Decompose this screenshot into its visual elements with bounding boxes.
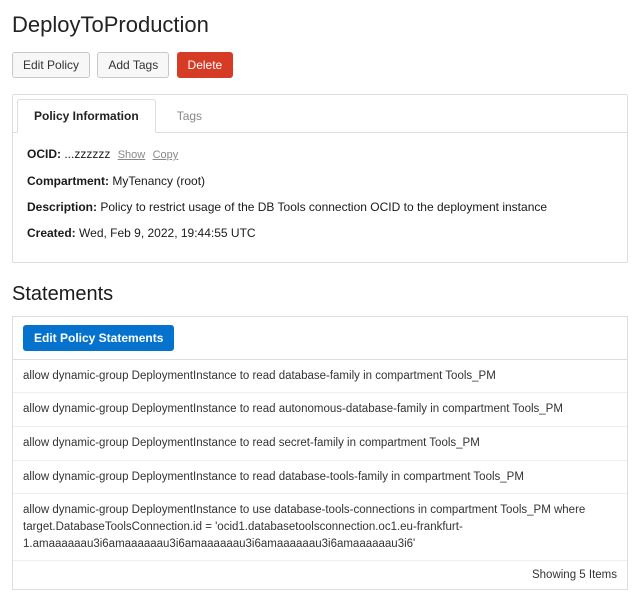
ocid-copy-link[interactable]: Copy — [153, 149, 179, 161]
created-label: Created: — [27, 226, 76, 240]
ocid-value: ...zzzzzz — [64, 147, 110, 161]
compartment-row: Compartment: MyTenancy (root) — [27, 172, 613, 190]
created-value: Wed, Feb 9, 2022, 19:44:55 UTC — [79, 226, 256, 240]
description-value: Policy to restrict usage of the DB Tools… — [100, 200, 547, 214]
edit-policy-statements-button[interactable]: Edit Policy Statements — [23, 325, 174, 351]
statements-heading: Statements — [12, 283, 628, 306]
statement-row: allow dynamic-group DeploymentInstance t… — [13, 494, 627, 561]
statements-footer: Showing 5 Items — [13, 561, 627, 589]
ocid-row: OCID: ...zzzzzz Show Copy — [27, 145, 613, 164]
statement-row: allow dynamic-group DeploymentInstance t… — [13, 393, 627, 427]
created-row: Created: Wed, Feb 9, 2022, 19:44:55 UTC — [27, 224, 613, 242]
policy-info-body: OCID: ...zzzzzz Show Copy Compartment: M… — [13, 133, 627, 262]
statement-row: allow dynamic-group DeploymentInstance t… — [13, 427, 627, 461]
tab-policy-information[interactable]: Policy Information — [17, 99, 156, 133]
description-row: Description: Policy to restrict usage of… — [27, 198, 613, 216]
compartment-value: MyTenancy (root) — [112, 174, 205, 188]
statements-toolbar: Edit Policy Statements — [13, 317, 627, 360]
description-label: Description: — [27, 200, 97, 214]
ocid-label: OCID: — [27, 147, 61, 161]
policy-panel: Policy Information Tags OCID: ...zzzzzz … — [12, 94, 628, 263]
tab-bar: Policy Information Tags — [13, 95, 627, 133]
edit-policy-button[interactable]: Edit Policy — [12, 52, 90, 78]
add-tags-button[interactable]: Add Tags — [97, 52, 169, 78]
compartment-label: Compartment: — [27, 174, 109, 188]
delete-button[interactable]: Delete — [177, 52, 234, 78]
page-title: DeployToProduction — [12, 12, 628, 38]
action-button-row: Edit Policy Add Tags Delete — [12, 52, 628, 78]
ocid-show-link[interactable]: Show — [118, 149, 146, 161]
tab-tags[interactable]: Tags — [160, 99, 219, 133]
statement-row: allow dynamic-group DeploymentInstance t… — [13, 461, 627, 495]
statements-panel: Edit Policy Statements allow dynamic-gro… — [12, 316, 628, 591]
statement-row: allow dynamic-group DeploymentInstance t… — [13, 360, 627, 394]
